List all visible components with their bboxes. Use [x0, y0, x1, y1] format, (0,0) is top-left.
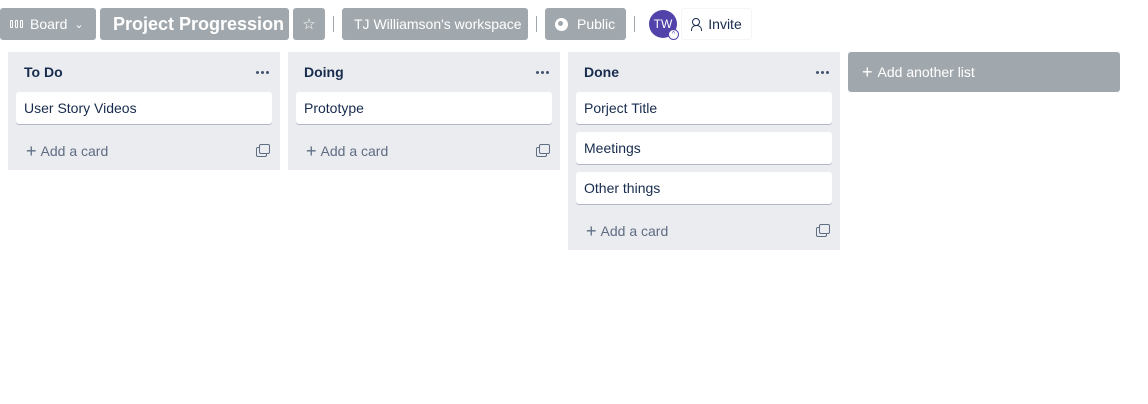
- board-title[interactable]: Project Progression: [100, 8, 289, 40]
- list-header: Done: [568, 52, 840, 92]
- list-doing: Doing Prototype + Add a card: [288, 52, 560, 170]
- plus-icon: +: [26, 141, 37, 161]
- card[interactable]: Prototype: [296, 92, 552, 124]
- list-menu-icon[interactable]: [534, 64, 550, 80]
- card[interactable]: Porject Title: [576, 92, 832, 124]
- add-card-label: Add a card: [320, 143, 389, 159]
- card-template-icon[interactable]: [256, 144, 270, 158]
- add-card-button[interactable]: + Add a card: [568, 212, 840, 250]
- list-menu-icon[interactable]: [814, 64, 830, 80]
- add-card-label: Add a card: [40, 143, 109, 159]
- card-template-icon[interactable]: [816, 224, 830, 238]
- header-divider: [536, 16, 537, 32]
- invite-button[interactable]: Invite: [681, 8, 752, 40]
- add-person-icon: [691, 18, 703, 31]
- list-title[interactable]: To Do: [24, 64, 63, 80]
- workspace-button[interactable]: TJ Williamson's workspace: [342, 8, 528, 40]
- list-done: Done Porject Title Meetings Other things…: [568, 52, 840, 250]
- add-card-label: Add a card: [600, 223, 669, 239]
- member-avatar[interactable]: TW ^: [649, 10, 679, 40]
- list-title[interactable]: Done: [584, 64, 619, 80]
- card[interactable]: Meetings: [576, 132, 832, 164]
- card[interactable]: Other things: [576, 172, 832, 204]
- visibility-label: Public: [577, 16, 616, 32]
- add-card-button[interactable]: + Add a card: [288, 132, 560, 170]
- plus-icon: +: [862, 62, 873, 82]
- chevron-down-icon: ⌄: [74, 18, 84, 31]
- add-list-button[interactable]: + Add another list: [848, 52, 1120, 92]
- list-menu-icon[interactable]: [254, 64, 270, 80]
- star-board-button[interactable]: ☆: [293, 8, 325, 40]
- star-icon: ☆: [302, 16, 316, 33]
- add-card-button[interactable]: + Add a card: [8, 132, 280, 170]
- plus-icon: +: [586, 221, 597, 241]
- list-title[interactable]: Doing: [304, 64, 344, 80]
- globe-icon: [555, 17, 568, 31]
- card[interactable]: User Story Videos: [16, 92, 272, 124]
- board-view-label: Board: [30, 16, 68, 32]
- invite-label: Invite: [708, 16, 742, 32]
- header-divider: [333, 16, 334, 32]
- list-header: To Do: [8, 52, 280, 92]
- card-template-icon[interactable]: [536, 144, 550, 158]
- list-to-do: To Do User Story Videos + Add a card: [8, 52, 280, 170]
- plus-icon: +: [306, 141, 317, 161]
- board-icon: [10, 20, 24, 28]
- board-view-switcher[interactable]: Board ⌄: [0, 8, 96, 40]
- board-header: Board ⌄ Project Progression ☆ TJ William…: [0, 8, 752, 40]
- visibility-button[interactable]: Public: [545, 8, 626, 40]
- admin-badge-icon: ^: [668, 29, 679, 40]
- list-header: Doing: [288, 52, 560, 92]
- add-list-label: Add another list: [877, 64, 975, 80]
- header-divider: [634, 16, 635, 32]
